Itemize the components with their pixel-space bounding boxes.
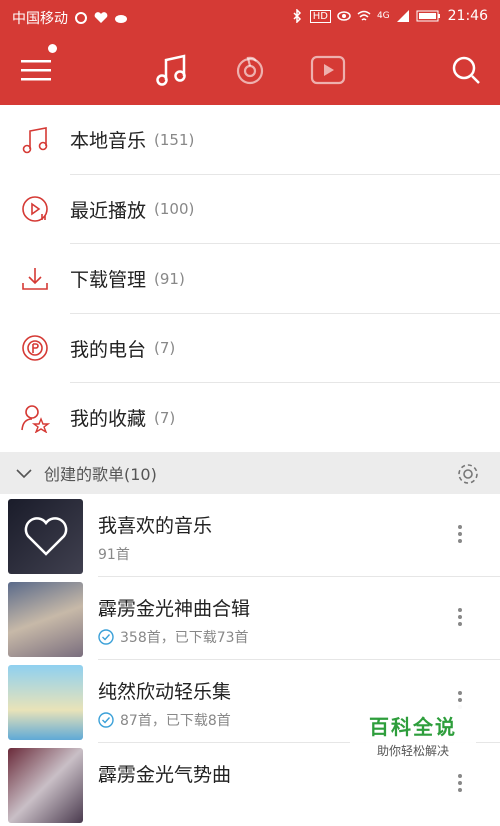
wifi-icon — [357, 10, 371, 21]
tab-video[interactable] — [308, 50, 348, 90]
playlist-subtitle: 91首 — [98, 547, 130, 563]
library-item-radio[interactable]: 我的电台 (7) — [0, 314, 500, 383]
tab-discover[interactable] — [230, 50, 270, 90]
carrier-label: 中国移动 — [12, 11, 68, 27]
search-button[interactable] — [446, 50, 486, 90]
radio-icon — [22, 335, 48, 362]
video-play-icon — [310, 55, 346, 85]
playlist-cover — [8, 582, 83, 657]
more-options-icon[interactable] — [458, 522, 464, 546]
playlist-cover — [8, 665, 83, 740]
playlist-title: 霹雳金光气势曲 — [98, 764, 232, 786]
heart-icon — [24, 516, 67, 556]
cloud-icon — [115, 15, 127, 23]
network-type: 4G — [376, 11, 390, 21]
tab-music[interactable] — [152, 50, 192, 90]
recent-play-icon — [22, 196, 48, 223]
library-item-local-music[interactable]: 本地音乐 (151) — [0, 105, 500, 175]
downloaded-check-icon — [98, 629, 114, 645]
library-item-count: (151) — [154, 130, 195, 149]
library-item-label: 本地音乐 — [70, 130, 147, 153]
menu-icon — [21, 60, 51, 81]
playlist-subtitle: 358首，已下载73首 — [120, 630, 249, 646]
playlist-subtitle: 87首，已下载8首 — [120, 713, 231, 729]
library-item-count: (100) — [154, 200, 195, 219]
playlist-title: 纯然欣动轻乐集 — [98, 681, 232, 703]
section-label: 创建的歌单(10) — [44, 465, 157, 484]
netease-logo-icon — [236, 56, 264, 85]
library-item-label: 我的收藏 — [70, 408, 147, 431]
more-options-icon[interactable] — [458, 605, 464, 629]
eye-icon — [337, 11, 351, 21]
notification-dot — [48, 44, 57, 53]
playlist-title: 我喜欢的音乐 — [98, 515, 213, 537]
more-options-icon[interactable] — [458, 771, 464, 795]
battery-icon — [416, 10, 440, 22]
watermark-subtitle: 助你轻松解决 — [376, 744, 449, 758]
menu-button[interactable] — [16, 50, 56, 90]
library-item-label: 最近播放 — [70, 199, 147, 222]
music-note-icon — [22, 126, 48, 154]
chevron-down-icon — [16, 469, 32, 479]
playlist-cover — [8, 499, 83, 574]
library-item-label: 下载管理 — [70, 269, 147, 292]
playlist-cover — [8, 748, 83, 823]
library-item-recent[interactable]: 最近播放 (100) — [0, 175, 500, 244]
library-item-label: 我的电台 — [70, 338, 147, 361]
clock: 21:46 — [447, 8, 488, 24]
sync-icon — [75, 12, 87, 24]
download-icon — [22, 267, 48, 290]
playlist-list: 我喜欢的音乐 91首 霹雳金光神曲合辑 358首，已下载73首 纯然欣动轻乐集 … — [0, 494, 500, 826]
hd-badge: HD — [309, 9, 331, 23]
library-item-count: (91) — [154, 269, 185, 288]
playlist-title: 霹雳金光神曲合辑 — [98, 598, 251, 620]
watermark: 百科全说 助你轻松解决 — [350, 705, 476, 765]
status-bar: 中国移动 HD 4G 21:46 — [0, 0, 500, 34]
created-playlists-header[interactable]: 创建的歌单(10) — [0, 452, 500, 494]
downloaded-check-icon — [98, 712, 114, 728]
library-item-count: (7) — [154, 339, 176, 358]
library-item-favorites[interactable]: 我的收藏 (7) — [0, 383, 500, 453]
playlist-item[interactable]: 我喜欢的音乐 91首 — [0, 494, 500, 577]
library-item-downloads[interactable]: 下载管理 (91) — [0, 244, 500, 314]
favorites-icon — [21, 404, 50, 433]
library-item-count: (7) — [154, 408, 176, 427]
gear-icon[interactable] — [456, 462, 480, 486]
music-note-icon — [156, 54, 186, 86]
search-icon — [452, 56, 480, 84]
watermark-title: 百科全说 — [369, 715, 457, 739]
playlist-item[interactable]: 霹雳金光神曲合辑 358首，已下载73首 — [0, 577, 500, 660]
top-nav — [0, 34, 500, 105]
heart-pulse-icon — [94, 12, 108, 23]
library-list: 本地音乐 (151) 最近播放 (100) 下载管理 (91) 我的电台 (7)… — [0, 105, 500, 453]
signal-icon — [396, 10, 409, 22]
app-header: 中国移动 HD 4G 21:46 — [0, 0, 500, 105]
bluetooth-icon — [293, 9, 301, 23]
